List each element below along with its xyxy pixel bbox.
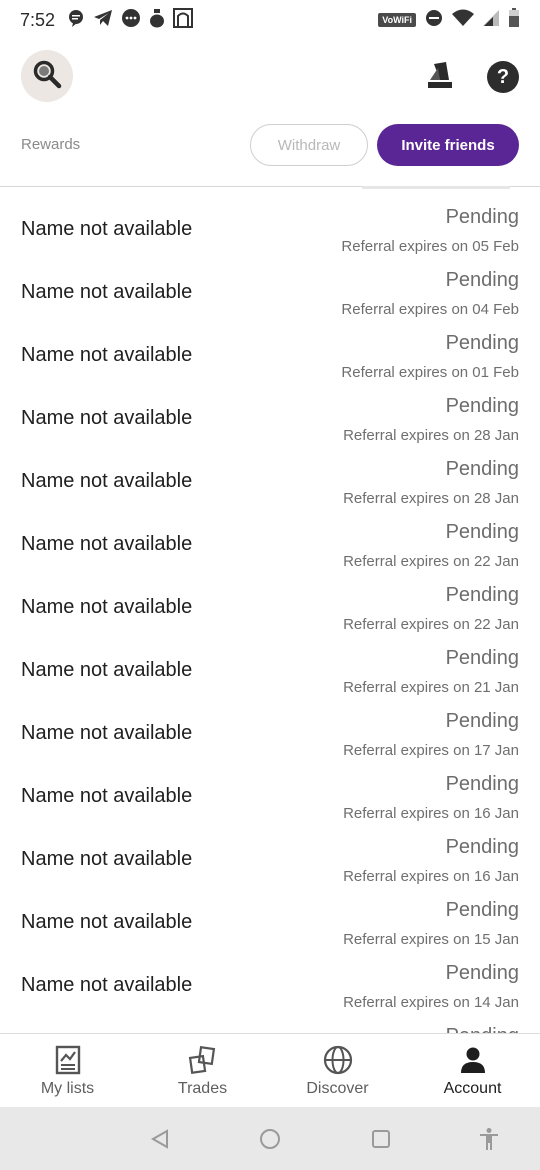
list-item[interactable]: Pending: [0, 1007, 540, 1033]
search-button[interactable]: [21, 50, 73, 102]
list-item[interactable]: Name not available Pending Referral expi…: [0, 692, 540, 759]
referral-status: Pending: [445, 332, 519, 354]
withdraw-button[interactable]: Withdraw: [250, 124, 368, 166]
list-item[interactable]: Name not available Pending Referral expi…: [0, 881, 540, 948]
top-bar: ?: [0, 48, 540, 108]
referral-name: Name not available: [21, 344, 193, 366]
money-bag-icon: [149, 8, 165, 33]
nav-label-my-lists: My lists: [40, 1080, 95, 1097]
referral-status: Pending: [445, 206, 519, 228]
battery-icon: [508, 7, 520, 33]
signal-icon: [483, 9, 499, 32]
referral-status: Pending: [445, 269, 519, 291]
messages-icon: [121, 8, 141, 33]
referral-name: Name not available: [21, 596, 193, 618]
brand-logo-icon[interactable]: [424, 60, 456, 92]
nav-label-trades: Trades: [177, 1080, 228, 1097]
referral-name: Name not available: [21, 722, 193, 744]
list-item[interactable]: Name not available Pending Referral expi…: [0, 503, 540, 570]
referral-status: Pending: [445, 773, 519, 795]
referral-name: Name not available: [21, 407, 193, 429]
notification-icons: [67, 7, 194, 33]
referral-status: Pending: [445, 395, 519, 417]
telegram-icon: [93, 9, 113, 32]
list-item[interactable]: Name not available Pending Referral expi…: [0, 755, 540, 822]
referral-status: Pending: [445, 458, 519, 480]
referral-name: Name not available: [21, 848, 193, 870]
app-icon: [173, 7, 194, 33]
rewards-title: Rewards: [21, 136, 81, 153]
recents-icon[interactable]: [369, 1127, 393, 1151]
referral-status: Pending: [445, 710, 519, 732]
list-item[interactable]: Name not available Pending Referral expi…: [0, 188, 540, 255]
list-item[interactable]: Name not available Pending Referral expi…: [0, 944, 540, 1011]
referral-name: Name not available: [21, 785, 193, 807]
status-bar: 7:52 VoWiFi: [0, 0, 540, 40]
bottom-nav: My lists Trades Discover Account: [0, 1033, 540, 1107]
chart-list-icon: [52, 1044, 84, 1076]
nav-trades[interactable]: Trades: [135, 1034, 270, 1107]
referral-name: Name not available: [21, 911, 193, 933]
nav-account[interactable]: Account: [405, 1034, 540, 1107]
referral-status: Pending: [445, 836, 519, 858]
status-right: VoWiFi: [378, 7, 520, 33]
status-time: 7:52: [20, 9, 56, 30]
nav-label-account: Account: [443, 1080, 502, 1097]
referral-name: Name not available: [21, 470, 193, 492]
referral-name: Name not available: [21, 218, 193, 240]
referral-status: Pending: [446, 1025, 519, 1033]
list-item[interactable]: Name not available Pending Referral expi…: [0, 251, 540, 318]
system-nav-bar: [0, 1107, 540, 1170]
list-item[interactable]: Name not available Pending Referral expi…: [0, 377, 540, 444]
rewards-bar: Rewards Withdraw Invite friends: [0, 124, 540, 168]
list-item[interactable]: Name not available Pending Referral expi…: [0, 314, 540, 381]
referral-list[interactable]: Name not available Pending Referral expi…: [0, 188, 540, 1033]
referral-status: Pending: [445, 521, 519, 543]
nav-my-lists[interactable]: My lists: [0, 1034, 135, 1107]
trades-icon: [187, 1044, 219, 1076]
nav-discover[interactable]: Discover: [270, 1034, 405, 1107]
globe-icon: [322, 1044, 354, 1076]
referral-status: Pending: [445, 899, 519, 921]
referral-status: Pending: [445, 962, 519, 984]
person-icon: [457, 1044, 489, 1076]
list-item[interactable]: Name not available Pending Referral expi…: [0, 818, 540, 885]
list-item[interactable]: Name not available Pending Referral expi…: [0, 629, 540, 696]
invite-friends-button[interactable]: Invite friends: [377, 124, 519, 166]
accessibility-icon[interactable]: [477, 1127, 501, 1151]
vowifi-badge: VoWiFi: [378, 13, 416, 27]
list-item[interactable]: Name not available Pending Referral expi…: [0, 440, 540, 507]
referral-name: Name not available: [21, 533, 193, 555]
home-icon[interactable]: [258, 1127, 282, 1151]
chat-bubble-icon: [67, 9, 85, 32]
referral-name: Name not available: [21, 974, 193, 996]
referral-status: Pending: [445, 584, 519, 606]
help-icon[interactable]: ?: [487, 61, 519, 93]
referral-name: Name not available: [21, 281, 193, 303]
nav-label-discover: Discover: [306, 1080, 369, 1097]
do-not-disturb-icon: [425, 9, 443, 32]
wifi-icon: [452, 9, 474, 32]
search-icon: [32, 59, 62, 94]
referral-name: Name not available: [21, 659, 193, 681]
list-item[interactable]: Name not available Pending Referral expi…: [0, 566, 540, 633]
referral-status: Pending: [445, 647, 519, 669]
back-icon[interactable]: [148, 1127, 172, 1151]
